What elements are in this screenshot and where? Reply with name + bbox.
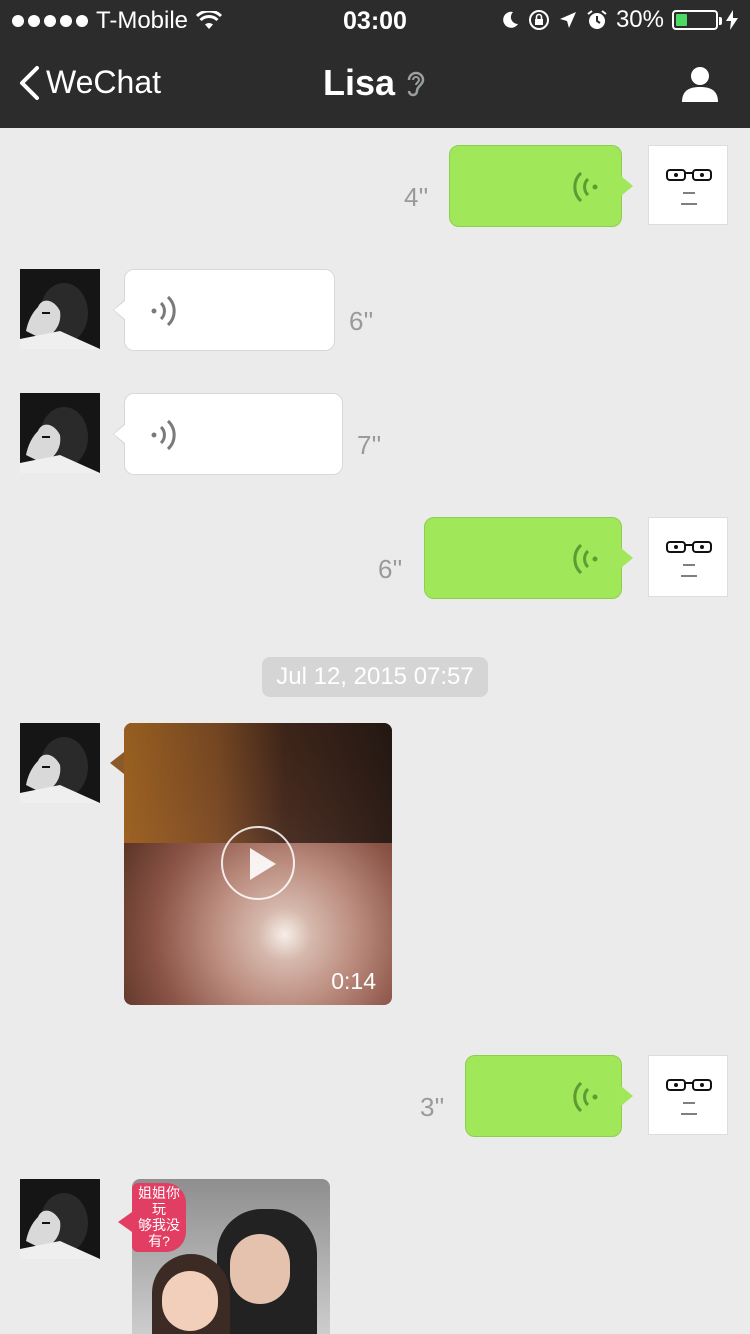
voice-wave-icon <box>151 295 176 327</box>
glasses-face-icon <box>666 1079 712 1115</box>
image-message[interactable]: 姐姐你玩 够我没 有? <box>132 1179 330 1334</box>
page-title: Lisa <box>0 62 750 104</box>
battery-percent: 30% <box>615 6 664 33</box>
voice-wave-icon <box>573 171 598 203</box>
location-icon <box>559 12 576 28</box>
video-thumbnail-wall <box>124 723 392 843</box>
voice-duration: 4'' <box>404 182 429 212</box>
voice-message-bubble[interactable] <box>465 1055 633 1137</box>
lisa-avatar[interactable] <box>20 723 100 803</box>
voice-wave-icon <box>573 1081 598 1113</box>
lisa-portrait-icon <box>20 1179 100 1259</box>
voice-message-bubble[interactable] <box>113 393 343 475</box>
image-bubble-tail <box>118 1212 132 1232</box>
status-right: 30% <box>500 6 738 34</box>
voice-duration: 6'' <box>349 306 374 336</box>
moon-icon <box>503 11 518 28</box>
lisa-avatar[interactable] <box>20 393 100 473</box>
my-avatar[interactable] <box>648 1055 728 1135</box>
video-message[interactable]: 0:14 <box>124 723 392 1005</box>
caption-line: 有? <box>148 1233 170 1249</box>
contact-profile-icon[interactable] <box>680 64 720 104</box>
my-avatar[interactable] <box>648 517 728 597</box>
caption-line: 够我没 <box>138 1217 180 1233</box>
voice-duration: 7'' <box>357 430 382 460</box>
video-duration: 0:14 <box>331 968 376 994</box>
voice-message-bubble[interactable] <box>424 517 633 599</box>
my-avatar[interactable] <box>648 145 728 225</box>
status-bar: T-Mobile 03:00 30% <box>0 0 750 40</box>
voice-duration: 3'' <box>420 1092 445 1122</box>
glasses-face-icon <box>666 541 712 577</box>
charging-icon <box>726 10 738 30</box>
top-bar: T-Mobile 03:00 30% WeChat Lisa <box>0 0 750 128</box>
rotation-lock-icon <box>528 10 549 30</box>
lisa-portrait-icon <box>20 393 100 473</box>
voice-duration: 6'' <box>378 554 403 584</box>
contact-name: Lisa <box>322 62 396 103</box>
photo-person-face <box>230 1234 290 1304</box>
play-icon[interactable] <box>221 826 295 900</box>
alarm-icon <box>587 10 607 29</box>
chat-timestamp: Jul 12, 2015 07:57 <box>262 657 488 697</box>
lisa-avatar[interactable] <box>20 269 100 349</box>
photo-caption-sticker: 姐姐你玩 够我没 有? <box>132 1183 186 1252</box>
battery-icon <box>672 10 722 30</box>
nav-bar: WeChat Lisa <box>0 40 750 128</box>
lisa-portrait-icon <box>20 723 100 803</box>
voice-message-bubble[interactable] <box>113 269 335 351</box>
voice-message-bubble[interactable] <box>449 145 633 227</box>
glasses-face-icon <box>666 169 712 205</box>
photo-child-face <box>162 1271 218 1331</box>
battery-fill <box>676 14 687 26</box>
earpiece-icon <box>407 71 425 97</box>
video-bubble-tail <box>110 752 124 774</box>
lisa-portrait-icon <box>20 269 100 349</box>
voice-wave-icon <box>151 419 176 451</box>
lisa-avatar[interactable] <box>20 1179 100 1259</box>
voice-wave-icon <box>573 543 598 575</box>
caption-line: 姐姐你玩 <box>138 1185 180 1217</box>
